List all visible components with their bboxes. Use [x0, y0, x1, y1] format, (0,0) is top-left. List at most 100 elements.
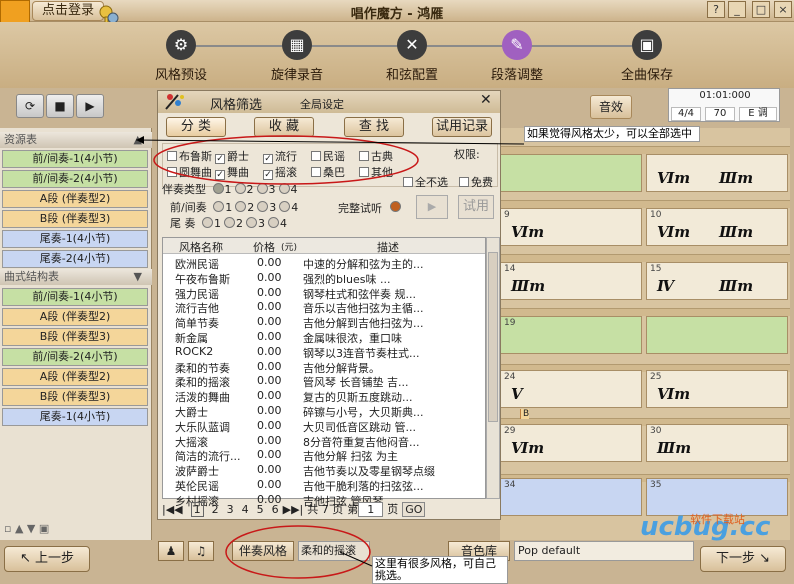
style-row[interactable]: 大爵士 0.00 碎镲与小号，大贝斯典... — [163, 404, 485, 420]
page-link[interactable]: 3 — [227, 503, 234, 516]
checkbox-12[interactable]: 免费 — [459, 174, 493, 190]
checkbox-2[interactable]: ✓ 爵士 — [215, 148, 249, 164]
person-icon-button[interactable]: ♟ — [158, 541, 184, 561]
measure-cell[interactable] — [646, 316, 788, 354]
close-button[interactable]: × — [774, 1, 792, 18]
checkbox-box[interactable] — [359, 151, 369, 161]
prev-step-button[interactable]: ↖ 上一步 — [4, 546, 90, 572]
style-row[interactable]: 欧洲民谣 0.00 中速的分解和弦为主的... — [163, 256, 485, 272]
style-row[interactable]: 波萨爵士 0.00 吉他节奏以及零星钢琴点缀 — [163, 463, 485, 479]
stop-button[interactable]: ■ — [46, 94, 74, 118]
structure-item[interactable]: A段 (伴奏型2) — [2, 308, 148, 326]
measure-cell[interactable]: 30 Ⅲm — [646, 424, 788, 462]
radio-option[interactable]: 1 — [212, 183, 232, 196]
radio-icon[interactable] — [234, 183, 246, 194]
style-row[interactable]: 新金属 0.00 金属味很浓，重口味 — [163, 330, 485, 346]
tab-category[interactable]: 分 类 — [166, 117, 226, 137]
checkbox-box[interactable] — [167, 151, 177, 161]
style-row[interactable]: 午夜布鲁斯 0.00 强烈的blues味 ... — [163, 271, 485, 287]
measure-cell[interactable]: 25 Ⅵm — [646, 370, 788, 408]
checkbox-box[interactable] — [403, 177, 413, 187]
checkbox-box[interactable] — [311, 151, 321, 161]
radio-icon[interactable] — [213, 201, 225, 212]
trial-button[interactable]: 试用 — [458, 195, 494, 219]
style-row[interactable]: 强力民谣 0.00 钢琴柱式和弦伴奏 规... — [163, 286, 485, 302]
col-desc[interactable]: 描述 — [377, 239, 399, 255]
style-row[interactable]: 简单节奏 0.00 吉他分解到吉他扫弦为... — [163, 315, 485, 331]
checkbox-1[interactable]: 布鲁斯 — [167, 148, 212, 164]
structure-item[interactable]: 尾奏-1(4小节) — [2, 408, 148, 426]
music-icon-button[interactable]: ♫ — [188, 541, 214, 561]
measure-cell[interactable]: 29 Ⅵm — [500, 424, 642, 462]
radio-icon[interactable] — [268, 217, 279, 228]
dialog-close-icon[interactable]: ✕ — [480, 92, 492, 108]
current-style-field[interactable]: 柔和的摇滚 — [298, 541, 370, 561]
resource-item[interactable]: 前/间奏-1(4小节) — [2, 150, 148, 168]
radio-option[interactable]: 3 — [257, 201, 276, 214]
meter-field[interactable]: 4/4 — [671, 107, 701, 121]
measure-cell[interactable]: 19 — [500, 316, 642, 354]
radio-icon[interactable] — [202, 217, 213, 228]
scroll-thumb[interactable] — [488, 252, 498, 422]
radio-option[interactable]: 1 — [213, 201, 232, 214]
full-preview-radio[interactable] — [390, 201, 401, 212]
tab-favorites[interactable]: 收 藏 — [254, 117, 314, 137]
tool-melody-record[interactable]: ▦ 旋律录音 — [252, 30, 342, 83]
tool-chord-config[interactable]: ✕ 和弦配置 — [367, 30, 457, 83]
acc-style-button[interactable]: 伴奏风格 — [232, 541, 294, 561]
radio-icon[interactable] — [235, 201, 247, 212]
tempo-field[interactable]: 70 — [705, 107, 735, 121]
tab-trial-history[interactable]: 试用记录 — [432, 117, 492, 137]
resource-item[interactable]: 尾奏-1(4小节) — [2, 230, 148, 248]
style-row[interactable]: 简洁的流行... 0.00 吉他分解 扫弦 为主 — [163, 448, 485, 464]
first-page-icon[interactable]: |◀◀ — [162, 503, 183, 516]
checkbox-11[interactable]: 全不选 — [403, 174, 448, 190]
page-link[interactable]: 2 — [212, 503, 219, 516]
checkbox-6[interactable]: 圆舞曲 — [167, 164, 212, 180]
key-field[interactable]: E 调 — [739, 107, 777, 121]
radio-icon[interactable] — [212, 183, 224, 194]
checkbox-9[interactable]: 桑巴 — [311, 164, 345, 180]
preset-field[interactable]: Pop default — [514, 541, 694, 561]
radio-icon[interactable] — [257, 201, 269, 212]
go-button[interactable]: GO — [402, 502, 426, 517]
tool-save-song[interactable]: ▣ 全曲保存 — [602, 30, 692, 83]
minimize-button[interactable]: _ — [728, 1, 746, 18]
checkbox-box[interactable] — [359, 167, 369, 177]
style-row[interactable]: 流行吉他 0.00 音乐以吉他扫弦为主循... — [163, 300, 485, 316]
checkbox-box[interactable]: ✓ — [215, 154, 225, 164]
resource-item[interactable]: 尾奏-2(4小节) — [2, 250, 148, 268]
loop-button[interactable]: ⟳ — [16, 94, 44, 118]
tool-style-preset[interactable]: ⚙ 风格预设 — [136, 30, 226, 83]
radio-option[interactable]: 1 — [202, 217, 221, 230]
tool-section-adjust[interactable]: ✎ 段落调整 — [472, 30, 562, 83]
structure-item[interactable]: 前/间奏-2(4小节) — [2, 348, 148, 366]
radio-icon[interactable] — [279, 201, 291, 212]
col-name[interactable]: 风格名称 — [179, 239, 223, 255]
radio-option[interactable]: 3 — [256, 183, 276, 196]
checkbox-3[interactable]: ✓ 流行 — [263, 148, 297, 164]
resource-item[interactable]: 前/间奏-2(4小节) — [2, 170, 148, 188]
measure-cell[interactable]: 9 Ⅵm — [500, 208, 642, 246]
radio-icon[interactable] — [278, 183, 290, 194]
style-row[interactable]: ROCK2 0.00 钢琴以3连音节奏柱式... — [163, 345, 485, 361]
radio-option[interactable]: 4 — [278, 183, 298, 196]
radio-icon[interactable] — [224, 217, 235, 228]
structure-tools[interactable]: ▫ ▲ ▼ ▣ — [4, 522, 148, 538]
checkbox-7[interactable]: ✓ 舞曲 — [215, 164, 249, 180]
radio-icon[interactable] — [246, 217, 257, 228]
page-link[interactable]: 5 — [257, 503, 264, 516]
maximize-button[interactable]: □ — [752, 1, 770, 18]
page-link[interactable]: 4 — [242, 503, 249, 516]
radio-icon[interactable] — [256, 183, 268, 194]
checkbox-10[interactable]: 其他 — [359, 164, 393, 180]
measure-cell[interactable]: 10 Ⅵm Ⅲm — [646, 208, 788, 246]
checkbox-5[interactable]: 古典 — [359, 148, 393, 164]
resource-item[interactable]: A段 (伴奏型2) — [2, 190, 148, 208]
checkbox-box[interactable] — [167, 167, 177, 177]
checkbox-box[interactable]: ✓ — [215, 170, 225, 180]
preview-play-button[interactable]: ▶ — [416, 195, 448, 219]
measure-cell[interactable]: 14 Ⅲm — [500, 262, 642, 300]
page-link[interactable]: 6 — [272, 503, 279, 516]
checkbox-box[interactable]: ✓ — [263, 170, 273, 180]
